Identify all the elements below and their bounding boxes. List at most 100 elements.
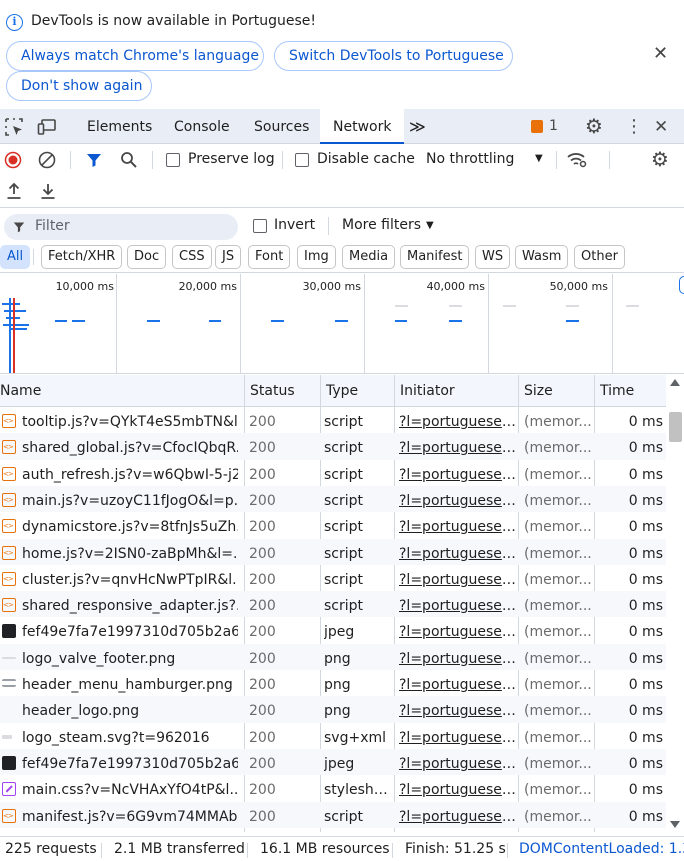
preserve-log-checkbox[interactable] (166, 153, 180, 167)
search-icon[interactable] (120, 151, 138, 169)
column-status-header[interactable]: Status (244, 375, 320, 407)
settings-gear-icon[interactable]: ⚙ (585, 109, 603, 144)
row-initiator-link[interactable]: ?l=portuguese:19... (399, 407, 517, 433)
chip-media[interactable]: Media (342, 245, 396, 269)
tab-sources[interactable]: Sources (254, 109, 309, 144)
row-status-cell: 200 (249, 624, 276, 641)
table-row[interactable]: logo_steam.svg?t=962016 200 svg+xml ?l=port… (0, 723, 666, 749)
row-type-cell: png (324, 677, 351, 693)
row-initiator-link[interactable]: ?l=portuguese:37... (399, 565, 517, 591)
row-initiator-link[interactable]: ?l=portuguese:36... (399, 539, 517, 565)
row-initiator-link[interactable]: ?l=portuguese:205 (399, 696, 517, 722)
column-time-header[interactable]: Time (594, 375, 666, 407)
table-row[interactable]: main.css?v=NcVHAxYfO4tP&l... 200 styleshe.… (0, 775, 666, 801)
row-name-text: dynamicstore.js?v=8tfnJs5uZh... (22, 519, 238, 536)
disable-cache-checkbox[interactable] (295, 153, 309, 167)
throttling-select[interactable]: No throttling (426, 151, 514, 167)
network-settings-gear-icon[interactable]: ⚙ (651, 147, 669, 171)
filter-funnel-icon[interactable] (86, 152, 102, 168)
tab-console[interactable]: Console (174, 109, 230, 144)
row-name-cell: header_logo.png (0, 696, 240, 722)
table-row[interactable]: tooltip.js?v=QYkT4eS5mbTN&l... 200 script?… (0, 407, 666, 433)
column-name-header[interactable]: Name (0, 375, 244, 407)
row-initiator-link[interactable]: ?l=portuguese:170 (399, 644, 517, 670)
chip-img[interactable]: Img (297, 245, 336, 269)
issues-badge[interactable]: 1 (531, 118, 558, 134)
always-match-language-button[interactable]: Always match Chrome's language (6, 41, 264, 71)
column-initiator-header[interactable]: Initiator (394, 375, 518, 407)
row-initiator-link[interactable]: ?l=portuguese:25... (399, 486, 517, 512)
row-name-cell: logo_valve_footer.png (0, 644, 240, 670)
chip-manifest[interactable]: Manifest (400, 245, 470, 269)
toolbar-divider (609, 151, 610, 169)
chip-all[interactable]: All (0, 245, 31, 269)
overview-bar (147, 320, 160, 322)
row-initiator-link[interactable]: ?l=portuguese:23... (399, 460, 517, 486)
table-row[interactable]: fef49e7fa7e1997310d705b2a6... 200 jpeg ?l=p… (0, 617, 666, 643)
filter-input-box[interactable]: Filter (4, 214, 238, 240)
table-row[interactable]: logo_valve_footer.png 200 png ?l=portuguese… (0, 643, 666, 670)
table-row[interactable]: dynamicstore.js?v=8tfnJs5uZh... 200 script… (0, 512, 666, 538)
row-status-cell: 200 (249, 729, 276, 746)
more-tabs-icon[interactable]: ≫ (409, 109, 426, 144)
switch-to-portuguese-button[interactable]: Switch DevTools to Portuguese (274, 41, 513, 71)
kebab-menu-icon[interactable]: ⋮ (625, 109, 643, 144)
row-type-cell: script (324, 598, 364, 615)
row-time-cell: 0 ms (628, 808, 663, 825)
tab-elements[interactable]: Elements (87, 109, 152, 144)
chip-ws[interactable]: WS (475, 245, 511, 269)
more-filters-chevron-down-icon[interactable]: ▼ (426, 220, 434, 231)
device-toolbar-icon[interactable] (37, 117, 57, 137)
row-initiator-link[interactable]: ?l=portuguese:21... (399, 433, 517, 459)
table-row[interactable]: shared_responsive_adapter.js?... 200 scrip… (0, 591, 666, 618)
infobar-close-icon[interactable]: ✕ (653, 43, 668, 64)
network-status-bar: 225 requests 2.1 MB transferred 16.1 MB … (0, 836, 684, 861)
network-conditions-wifi-icon[interactable] (566, 151, 588, 169)
chip-css[interactable]: CSS (172, 245, 212, 269)
invert-checkbox[interactable] (253, 219, 267, 233)
table-scrollbar[interactable] (666, 375, 684, 832)
chip-fetch-xhr[interactable]: Fetch/XHR (41, 245, 123, 269)
table-row[interactable]: cluster.js?v=qnvHcNwPTpIR&l... 200 script?… (0, 565, 666, 591)
row-initiator-link[interactable]: ?l=portuguese:374 (399, 802, 517, 828)
row-initiator-link[interactable]: ?l=portuguese:27... (399, 512, 517, 538)
column-size-header[interactable]: Size (518, 375, 594, 407)
throttling-chevron-down-icon[interactable]: ▼ (535, 153, 543, 164)
table-row[interactable]: shared_global.js?v=CfocIQbqR... 200 script… (0, 433, 666, 460)
chip-wasm[interactable]: Wasm (515, 245, 569, 269)
chip-doc[interactable]: Doc (127, 245, 167, 269)
chip-other[interactable]: Other (574, 245, 625, 269)
row-initiator-link[interactable]: ?l=portuguese:225 (399, 723, 517, 749)
scroll-down-arrow-icon[interactable] (670, 821, 680, 828)
export-har-download-icon[interactable] (40, 182, 56, 200)
table-row[interactable]: header_menu_hamburger.png 200 png ?l=portug… (0, 670, 666, 696)
css-file-icon (2, 782, 16, 797)
row-initiator-link[interactable]: ?l=portuguese:78... (399, 617, 517, 643)
dont-show-again-button[interactable]: Don't show again (6, 71, 152, 101)
table-row[interactable]: main.js?v=uzoyC11fJogO&l=p... 200 script ?l… (0, 485, 666, 513)
row-initiator-link[interactable]: ?l=portuguese:373 (399, 775, 517, 801)
chip-font[interactable]: Font (248, 245, 291, 269)
row-initiator-link[interactable]: ?l=portuguese:196 (399, 670, 517, 696)
scroll-up-arrow-icon[interactable] (670, 379, 680, 386)
more-filters-dropdown[interactable]: More filters (342, 217, 421, 233)
tab-network[interactable]: Network (320, 109, 405, 144)
network-overview-timeline[interactable]: 10,000 ms 20,000 ms 30,000 ms 40,000 ms … (0, 274, 684, 374)
row-status-cell: 200 (249, 808, 276, 825)
table-row[interactable]: fef49e7fa7e1997310d705b2a6... 200 jpeg ?l=p… (0, 748, 666, 776)
table-row[interactable]: home.js?v=2ISN0-zaBpMh&l=... 200 script ?l=… (0, 538, 666, 565)
close-devtools-icon[interactable]: ✕ (654, 109, 668, 144)
chip-js[interactable]: JS (215, 245, 242, 269)
table-row[interactable]: manifest.js?v=6G9vm74MMAb... 200 script ?l=… (0, 801, 666, 828)
table-row[interactable]: header_logo.png 200 png ?l=portuguese:205 (m… (0, 696, 666, 723)
column-type-header[interactable]: Type (320, 375, 394, 407)
import-har-upload-icon[interactable] (6, 182, 22, 200)
scrollbar-thumb[interactable] (669, 412, 682, 442)
inspect-element-icon[interactable] (4, 117, 24, 137)
row-initiator-link[interactable]: ?l=portuguese:38... (399, 591, 517, 617)
overview-tick-label: 20,000 ms (178, 280, 237, 293)
table-row[interactable]: auth_refresh.js?v=w6QbwI-5-j2... 200 scrip… (0, 460, 666, 486)
clear-icon[interactable] (38, 151, 56, 169)
row-initiator-link[interactable]: ?l=portuguese:365 (399, 749, 517, 775)
record-icon[interactable] (4, 151, 22, 169)
